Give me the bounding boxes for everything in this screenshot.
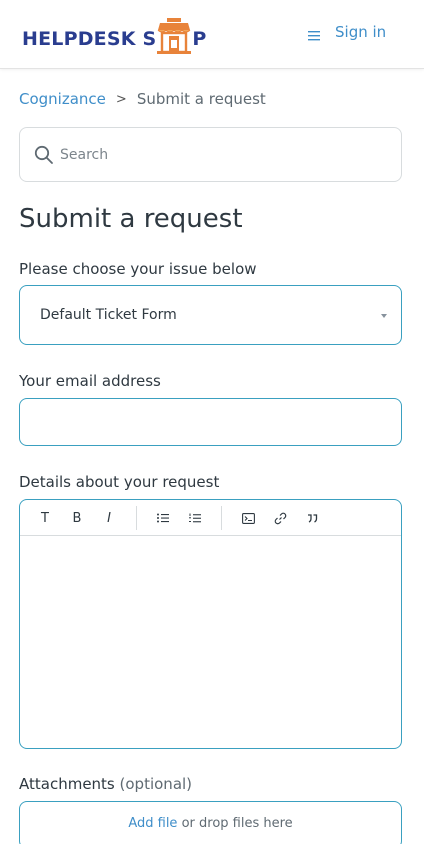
logo-text-left: HELPDESK S [22, 28, 157, 50]
attachments-optional-text: (optional) [119, 775, 193, 793]
sign-in-link[interactable]: Sign in [335, 23, 386, 41]
code-block-icon[interactable] [239, 509, 257, 527]
numbered-list-icon[interactable] [186, 509, 204, 527]
issue-select[interactable]: Default Ticket Form [19, 285, 402, 345]
quote-icon[interactable] [303, 509, 321, 527]
search-box [19, 127, 402, 182]
details-editor: T B I [19, 499, 402, 749]
details-label: Details about your request [19, 473, 220, 491]
hamburger-icon[interactable] [308, 27, 322, 41]
toolbar-divider [136, 506, 137, 530]
details-textarea[interactable] [20, 536, 401, 748]
attachments-label: Attachments (optional) [19, 775, 192, 793]
page-title: Submit a request [19, 204, 243, 234]
attachments-label-text: Attachments [19, 775, 115, 793]
breadcrumb-link-cognizance[interactable]: Cognizance [19, 90, 106, 108]
issue-select-value: Default Ticket Form [40, 307, 177, 323]
drop-files-text: or drop files here [181, 816, 293, 831]
shop-icon [157, 18, 192, 54]
breadcrumb-current: Submit a request [136, 90, 266, 108]
breadcrumb: Cognizance > Submit a request [19, 90, 266, 108]
add-file-link[interactable]: Add file [128, 816, 177, 831]
resize-handle-icon[interactable] [393, 740, 399, 746]
chevron-down-icon [381, 314, 387, 318]
bulleted-list-icon[interactable] [154, 509, 172, 527]
logo-text-right: P [192, 28, 207, 50]
link-icon[interactable] [271, 509, 289, 527]
bold-button[interactable]: B [68, 509, 86, 527]
search-input[interactable] [60, 128, 390, 181]
toolbar-divider [221, 506, 222, 530]
breadcrumb-separator: > [115, 91, 127, 107]
issue-label: Please choose your issue below [19, 260, 257, 278]
editor-toolbar: T B I [20, 500, 401, 536]
attachments-dropzone[interactable]: Add file or drop files here [19, 801, 402, 844]
email-field-wrapper [19, 398, 402, 446]
site-header: HELPDESK S P Sign in [0, 0, 424, 69]
email-label: Your email address [19, 372, 161, 390]
search-icon [34, 145, 54, 165]
italic-button[interactable]: I [100, 509, 118, 527]
text-style-button[interactable]: T [36, 509, 54, 527]
helpdesk-shop-logo[interactable]: HELPDESK S P [22, 14, 207, 54]
email-field[interactable] [20, 399, 401, 445]
